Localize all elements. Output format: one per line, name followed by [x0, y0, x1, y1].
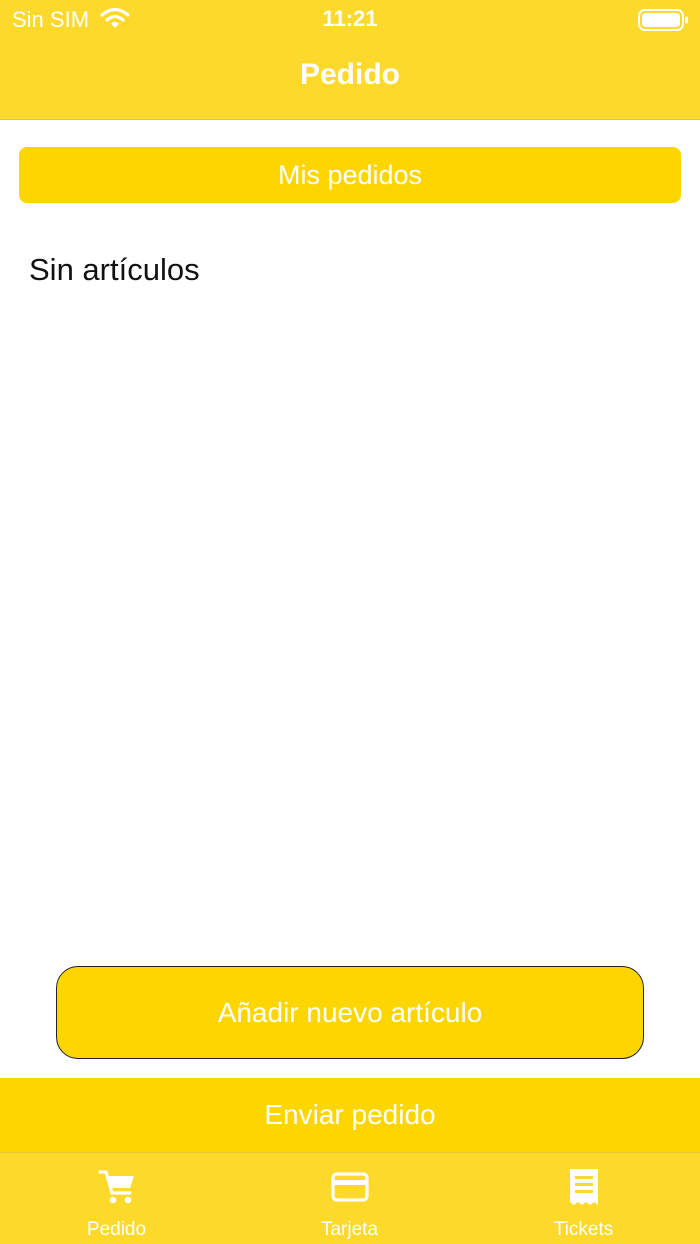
tab-pedido-label: Pedido [86, 1219, 147, 1240]
empty-items-message: Sin artículos [29, 252, 200, 287]
tab-pedido[interactable]: Pedido [0, 1153, 233, 1244]
send-order-button[interactable]: Enviar pedido [0, 1078, 700, 1152]
cart-icon [97, 1170, 134, 1204]
tab-tickets-label: Tickets [553, 1219, 614, 1240]
tab-tarjeta[interactable]: Tarjeta [233, 1153, 466, 1244]
battery-icon [638, 9, 688, 31]
tab-tickets[interactable]: Tickets [467, 1153, 700, 1244]
status-bar: Sin SIM 11:21 [0, 0, 700, 40]
top-bar: Sin SIM 11:21 Pedido [0, 0, 700, 120]
card-icon [330, 1172, 369, 1202]
page-title: Pedido [299, 58, 400, 91]
add-item-button[interactable]: Añadir nuevo artículo [56, 966, 644, 1059]
receipt-icon [569, 1169, 598, 1205]
tab-tarjeta-label: Tarjeta [320, 1219, 379, 1240]
clock-time: 11:21 [322, 6, 378, 31]
my-orders-button[interactable]: Mis pedidos [19, 147, 681, 203]
app-screen: Sin SIM 11:21 Pedido Mis pedidos Sin art… [0, 0, 700, 1244]
tab-bar: Pedido Tarjeta Tickets [0, 1152, 700, 1244]
